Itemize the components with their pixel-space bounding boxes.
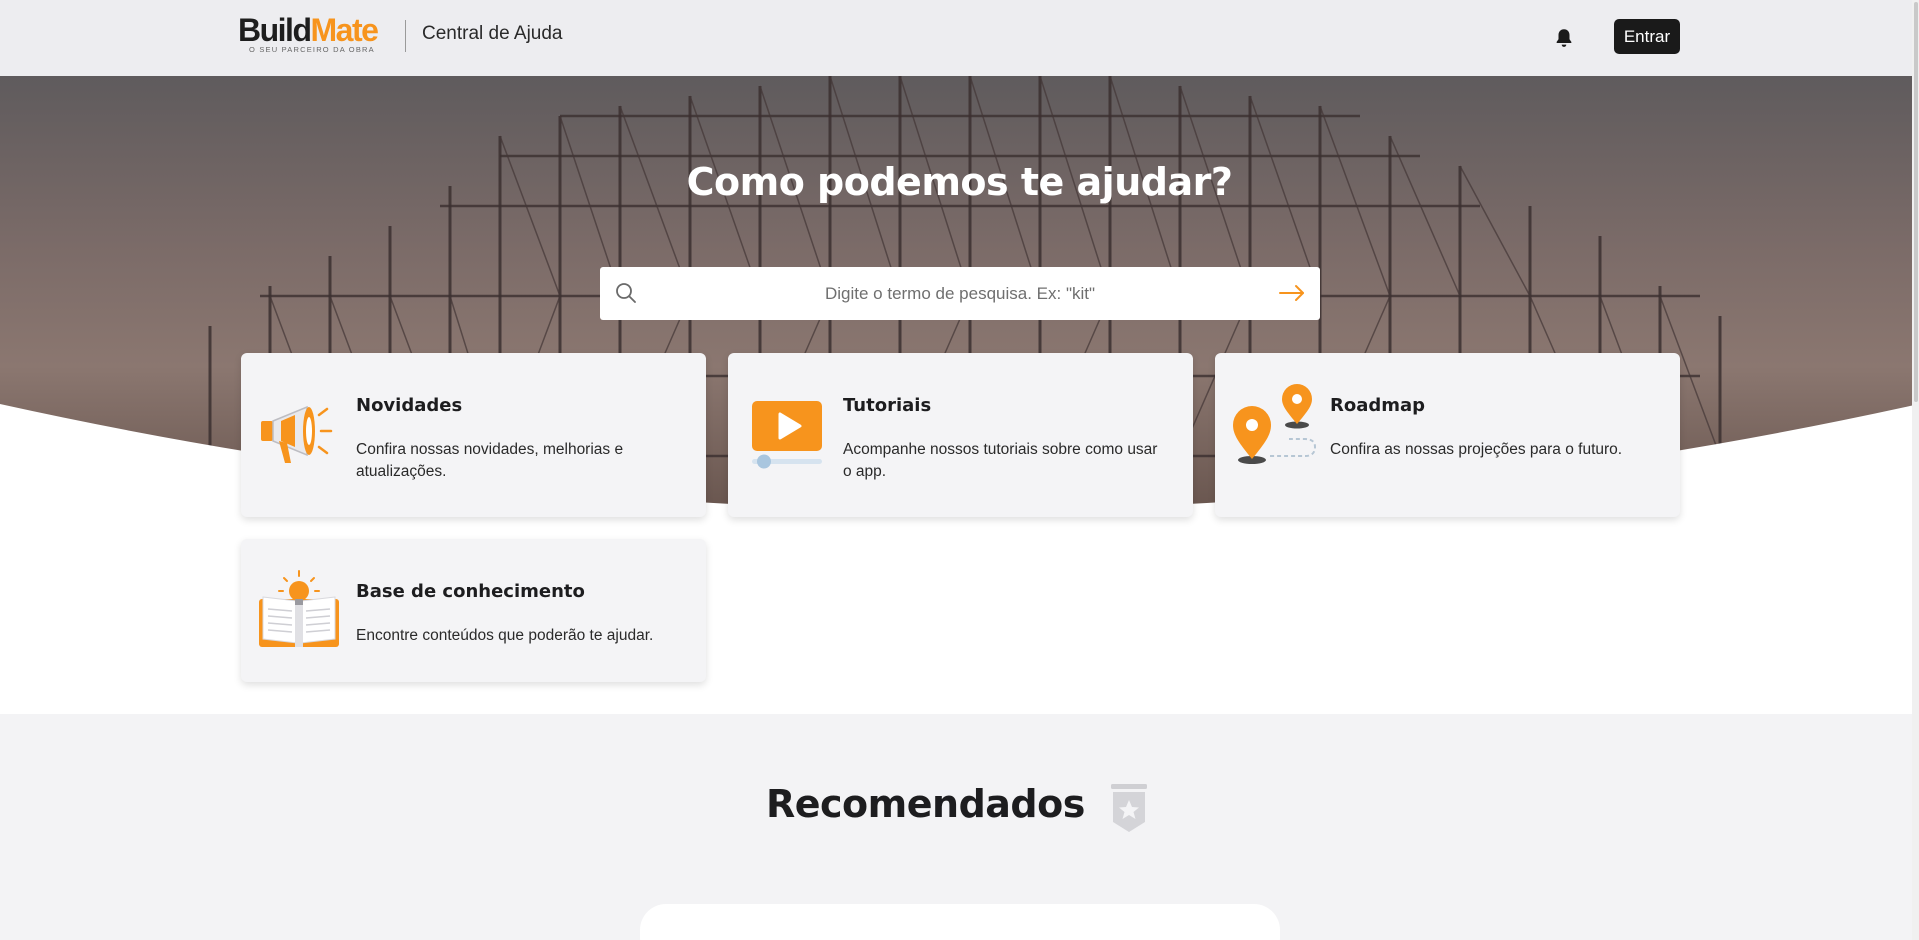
book-lightbulb-icon: [259, 570, 339, 647]
header-divider: [405, 20, 406, 52]
card-description: Encontre conteúdos que poderão te ajudar…: [356, 627, 654, 644]
scrollbar-thumb[interactable]: [1914, 2, 1918, 402]
card-base-de-conhecimento[interactable]: Base de conhecimento Encontre conteúdos …: [241, 539, 706, 682]
login-button[interactable]: Entrar: [1614, 19, 1680, 54]
card-tutoriais[interactable]: Tutoriais Acompanhe nossos tutoriais sob…: [728, 353, 1193, 517]
help-center-title: Central de Ajuda: [422, 23, 563, 44]
star-badge-icon: [1111, 784, 1147, 832]
buildmate-logo[interactable]: BuildMate O SEU PARCEIRO DA OBRA: [238, 12, 398, 54]
card-description: Confira as nossas projeções para o futur…: [1330, 441, 1623, 458]
recommended-panel: [640, 904, 1280, 940]
megaphone-icon: [261, 405, 333, 463]
card-description: Confira nossas novidades, melhorias e at…: [356, 441, 624, 480]
card-description: Acompanhe nossos tutoriais sobre como us…: [843, 441, 1158, 480]
arrow-right-icon[interactable]: [1278, 282, 1306, 304]
logo-wordmark: BuildMate: [238, 12, 379, 48]
card-title: Tutoriais: [843, 395, 932, 416]
bell-icon[interactable]: [1553, 27, 1575, 49]
video-player-icon: [752, 401, 822, 469]
search-icon: [616, 283, 636, 303]
map-pins-icon: [1233, 384, 1317, 464]
card-roadmap[interactable]: Roadmap Confira as nossas projeções para…: [1215, 353, 1680, 517]
card-novidades[interactable]: Novidades Confira nossas novidades, melh…: [241, 353, 706, 517]
recommended-heading: Recomendados: [766, 782, 1085, 826]
hero-heading: Como podemos te ajudar?: [686, 160, 1233, 204]
card-title: Novidades: [356, 395, 463, 416]
logo-tagline: O SEU PARCEIRO DA OBRA: [249, 45, 375, 54]
search-bar: [600, 267, 1320, 320]
card-title: Roadmap: [1330, 395, 1426, 416]
search-input[interactable]: [650, 267, 1270, 320]
top-header: BuildMate O SEU PARCEIRO DA OBRA Central…: [0, 0, 1919, 76]
card-title: Base de conhecimento: [356, 581, 585, 602]
